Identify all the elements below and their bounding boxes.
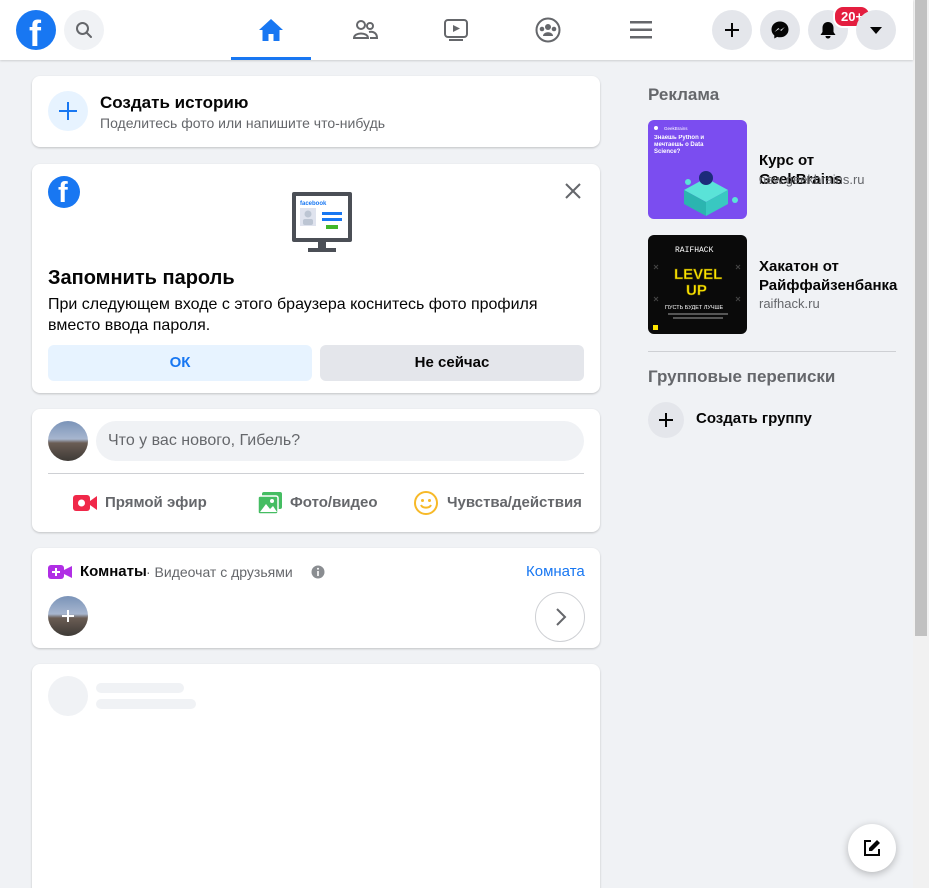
tab-home[interactable] bbox=[231, 0, 311, 60]
facebook-logo-small-letter: f bbox=[58, 177, 68, 209]
photo-video-button[interactable]: Фото/видео bbox=[257, 489, 397, 517]
friends-icon bbox=[352, 20, 378, 39]
tab-menu[interactable] bbox=[601, 0, 681, 60]
close-icon bbox=[565, 183, 581, 199]
feeling-activity-button[interactable]: Чувства/действия bbox=[414, 489, 594, 517]
loading-line-placeholder bbox=[96, 699, 196, 709]
ok-button[interactable]: ОК bbox=[48, 345, 312, 381]
remember-password-text: При следующем входе с этого браузера кос… bbox=[48, 296, 538, 334]
whats-new-input[interactable]: Что у вас нового, Гибель? bbox=[96, 421, 584, 461]
ad-image-geekbrains[interactable]: GeekBrains Знаешь Python и мечтаешь о Da… bbox=[648, 120, 747, 219]
raifhack-ad-brand: RAIFHACK bbox=[675, 246, 714, 255]
video-icon bbox=[444, 19, 468, 41]
search-icon bbox=[76, 22, 92, 38]
search-button[interactable] bbox=[64, 10, 104, 50]
ad-image-raifhack[interactable]: RAIFHACK LEVEL UP ПУСТЬ БУДЕТ ЛУЧШЕ bbox=[648, 235, 747, 334]
live-video-label: Прямой эфир bbox=[105, 494, 207, 511]
raifhack-ad-line2: UP bbox=[686, 282, 707, 299]
rooms-subtitle: · Видеочат с друзьями bbox=[146, 564, 293, 580]
group-chats-heading: Групповые переписки bbox=[648, 367, 836, 386]
groups-icon bbox=[535, 17, 561, 43]
create-button[interactable] bbox=[712, 10, 752, 50]
create-room-link[interactable]: Комната bbox=[526, 563, 585, 580]
tab-watch[interactable] bbox=[416, 0, 496, 60]
geekbrains-ad-brand: GeekBrains bbox=[664, 126, 688, 131]
hamburger-menu-icon bbox=[630, 21, 652, 39]
live-video-icon bbox=[73, 495, 97, 511]
geekbrains-ad-illustration: GeekBrains Знаешь Python и мечтаешь о Da… bbox=[648, 120, 747, 219]
ad-url-geekbrains: new.geekbrains.ru bbox=[759, 172, 865, 187]
smiley-icon bbox=[414, 491, 438, 515]
raifhack-ad-tagline: ПУСТЬ БУДЕТ ЛУЧШЕ bbox=[665, 305, 724, 311]
rooms-card: Комнаты · Видеочат с друзьями Комната bbox=[32, 548, 600, 648]
rooms-video-icon bbox=[48, 565, 72, 579]
top-navigation-bar: f 20+ bbox=[0, 0, 913, 60]
close-button[interactable] bbox=[562, 180, 584, 202]
home-icon bbox=[259, 19, 283, 41]
chevron-right-icon bbox=[556, 608, 567, 626]
photo-video-label: Фото/видео bbox=[290, 494, 378, 511]
sponsored-heading: Реклама bbox=[648, 85, 720, 104]
rooms-title: Комнаты bbox=[80, 563, 147, 580]
create-story-title: Создать историю bbox=[100, 93, 249, 112]
create-story-subtitle: Поделитесь фото или напишите что-нибудь bbox=[100, 115, 386, 131]
photo-icon bbox=[257, 492, 282, 515]
plus-icon bbox=[725, 23, 739, 37]
caret-down-icon bbox=[870, 27, 882, 34]
facebook-logo-small: f bbox=[48, 176, 80, 209]
remember-password-title: Запомнить пароль bbox=[48, 267, 235, 289]
composer-divider bbox=[48, 473, 584, 474]
tab-friends[interactable] bbox=[325, 0, 405, 60]
illustration-brand-text: facebook bbox=[300, 201, 327, 207]
create-room-avatar[interactable] bbox=[48, 596, 88, 636]
not-now-button[interactable]: Не сейчас bbox=[320, 345, 584, 381]
user-avatar[interactable] bbox=[48, 421, 88, 461]
add-story-plus-icon bbox=[48, 91, 88, 131]
remember-password-card: f facebook Запомнить пароль При следующе… bbox=[32, 164, 600, 393]
loading-post-card bbox=[32, 664, 600, 888]
facebook-logo[interactable]: f bbox=[16, 10, 56, 54]
loading-avatar-placeholder bbox=[48, 676, 88, 716]
feeling-activity-label: Чувства/действия bbox=[447, 494, 582, 511]
live-video-button[interactable]: Прямой эфир bbox=[72, 489, 222, 517]
ad-url-raifhack: raifhack.ru bbox=[759, 296, 820, 311]
ad-title-raifhack[interactable]: Хакатон от Райффайзенбанка bbox=[759, 257, 899, 295]
compose-icon bbox=[864, 840, 880, 856]
facebook-logo-letter: f bbox=[29, 13, 41, 54]
raifhack-ad-illustration: RAIFHACK LEVEL UP ПУСТЬ БУДЕТ ЛУЧШЕ bbox=[648, 235, 747, 334]
tab-groups[interactable] bbox=[508, 0, 588, 60]
messenger-icon bbox=[771, 21, 789, 39]
monitor-illustration-icon: facebook bbox=[292, 192, 352, 252]
scrollbar-thumb[interactable] bbox=[915, 0, 927, 636]
post-composer-card: Что у вас нового, Гибель? Прямой эфир Фо… bbox=[32, 409, 600, 532]
create-group-plus-icon[interactable] bbox=[648, 402, 684, 438]
info-icon[interactable] bbox=[311, 565, 325, 579]
sidebar-divider bbox=[648, 351, 896, 352]
new-message-button[interactable] bbox=[848, 824, 896, 872]
raifhack-ad-line1: LEVEL bbox=[674, 266, 722, 283]
loading-line-placeholder bbox=[96, 683, 184, 693]
page-scrollbar[interactable] bbox=[913, 0, 929, 888]
account-menu-button[interactable] bbox=[856, 10, 896, 50]
create-story-card[interactable]: Создать историю Поделитесь фото или напи… bbox=[32, 76, 600, 147]
rooms-next-button[interactable] bbox=[535, 592, 585, 642]
create-group-label[interactable]: Создать группу bbox=[696, 410, 812, 427]
messenger-button[interactable] bbox=[760, 10, 800, 50]
geekbrains-ad-headline: Знаешь Python и мечтаешь о Data Science? bbox=[654, 135, 705, 155]
